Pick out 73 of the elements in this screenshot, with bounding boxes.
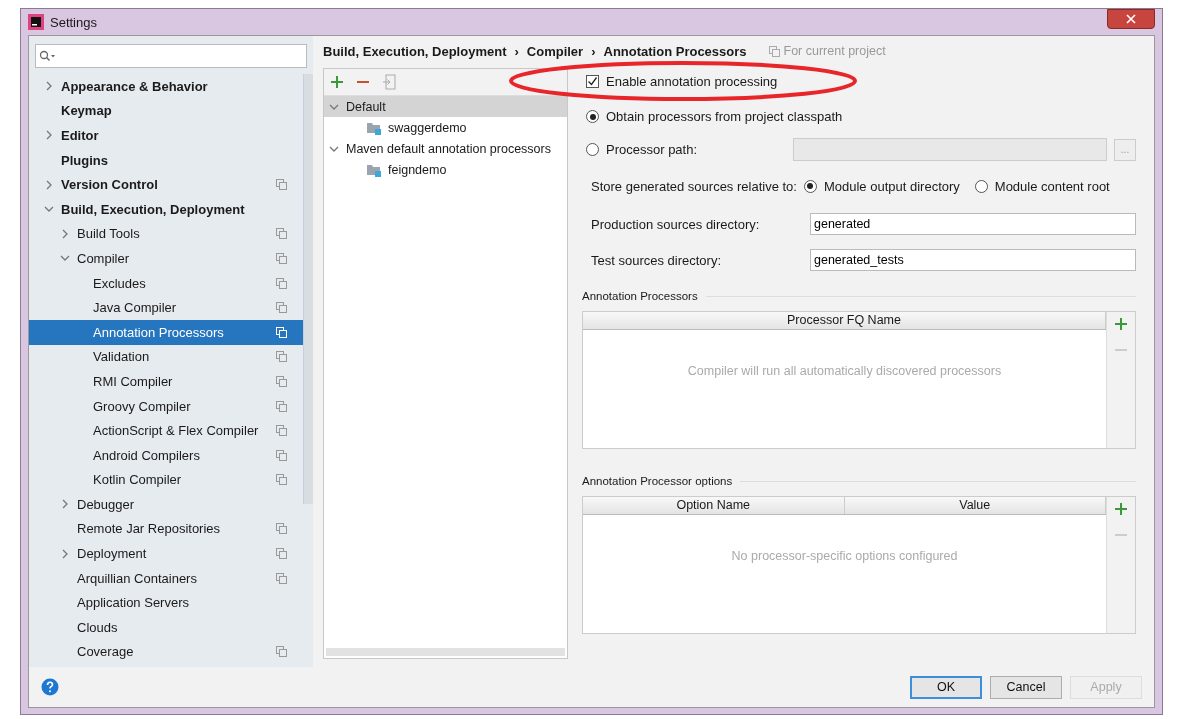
radio-label: Obtain processors from project classpath <box>606 109 843 124</box>
sidebar-item[interactable]: Version Control <box>29 172 303 197</box>
sidebar-item[interactable]: Plugins <box>29 147 303 173</box>
column-header[interactable]: Option Name <box>583 497 845 514</box>
empty-table-message: Compiler will run all automatically discovered processors <box>687 364 1002 380</box>
section-title: Annotation Processors <box>582 290 698 302</box>
sidebar-item[interactable]: RMI Compiler <box>29 369 303 394</box>
breadcrumb-item: Annotation Processors <box>603 43 747 59</box>
radio-label: Module content root <box>994 178 1110 194</box>
sidebar-item[interactable]: Java Compiler <box>29 295 303 320</box>
sidebar-item[interactable]: Excludes <box>29 270 303 296</box>
dialog-button[interactable]: OK <box>910 675 982 699</box>
scope-label: For current project <box>783 44 886 58</box>
sidebar-item[interactable]: Keymap <box>29 98 303 124</box>
folder-icon <box>366 120 382 135</box>
sidebar-item[interactable]: Application Servers <box>29 590 303 616</box>
search-field[interactable] <box>35 44 307 68</box>
breadcrumb-item: Build, Execution, Deployment <box>323 43 507 59</box>
sidebar-item[interactable]: Groovy Compiler <box>29 393 303 419</box>
radio-button[interactable] <box>586 110 599 123</box>
scrollbar[interactable] <box>326 648 565 656</box>
sidebar-item[interactable]: Compiler <box>29 246 303 271</box>
window-title: Settings <box>50 14 97 30</box>
sidebar-item[interactable]: Debugger <box>29 492 303 517</box>
field-label: Production sources directory: <box>591 216 761 232</box>
column-header[interactable]: Processor FQ Name <box>583 312 1106 329</box>
sidebar-item[interactable]: Build, Execution, Deployment <box>29 196 303 222</box>
app-logo-icon <box>28 14 44 30</box>
sidebar-item[interactable]: ActionScript & Flex Compiler <box>29 418 303 443</box>
sidebar-item[interactable]: Android Compilers <box>29 442 303 468</box>
breadcrumb-item: Compiler <box>526 43 584 59</box>
directory-field[interactable]: generated_tests <box>810 249 1136 271</box>
sidebar-item[interactable]: Clouds <box>29 615 303 640</box>
dialog-button[interactable]: Cancel <box>990 675 1062 699</box>
profile-tree-item[interactable]: swaggerdemo <box>324 117 567 138</box>
close-icon[interactable] <box>1126 14 1136 24</box>
empty-table-message: No processor-specific options configured <box>731 549 958 565</box>
store-label: Store generated sources relative to: <box>591 178 797 194</box>
help-icon[interactable] <box>41 678 59 696</box>
add-icon[interactable] <box>1114 317 1128 331</box>
profile-tree-item[interactable]: Default <box>324 96 567 117</box>
search-icon <box>39 50 57 62</box>
sidebar-item[interactable]: Appearance & Behavior <box>29 74 303 99</box>
sidebar-item[interactable]: Annotation Processors <box>29 319 303 345</box>
checkbox-label: Enable annotation processing <box>606 73 778 89</box>
radio-button[interactable] <box>586 143 599 156</box>
profile-tree-item[interactable]: feigndemo <box>324 159 567 180</box>
sidebar-item[interactable]: Editor <box>29 123 303 148</box>
directory-field[interactable]: generated <box>810 213 1136 235</box>
sidebar-item[interactable]: Kotlin Compiler <box>29 467 303 493</box>
breadcrumb-separator: › <box>514 43 519 59</box>
sidebar-item[interactable]: Arquillian Containers <box>29 565 303 591</box>
folder-icon <box>366 162 382 177</box>
sidebar-item[interactable]: Build Tools <box>29 221 303 247</box>
section-title: Annotation Processor options <box>582 475 733 487</box>
breadcrumb-separator: › <box>591 43 596 59</box>
sidebar-item[interactable]: Remote Jar Repositories <box>29 516 303 542</box>
field-label: Test sources directory: <box>591 252 723 268</box>
copy-icon <box>768 45 780 57</box>
radio-label: Module output directory <box>823 178 960 194</box>
radio-label: Processor path: <box>606 142 698 157</box>
column-header[interactable]: Value <box>844 497 1106 514</box>
add-icon[interactable] <box>330 75 344 89</box>
sidebar-item[interactable]: Validation <box>29 344 303 370</box>
profile-tree-item[interactable]: Maven default annotation processors <box>324 138 567 159</box>
radio-button[interactable] <box>803 179 817 193</box>
sidebar-item[interactable]: Coverage <box>29 639 303 665</box>
radio-button[interactable] <box>974 179 988 193</box>
sidebar-item[interactable]: Deployment <box>29 541 303 566</box>
scrollbar[interactable] <box>303 74 313 504</box>
close-button[interactable] <box>1107 9 1155 29</box>
checkbox[interactable] <box>586 74 599 88</box>
add-icon[interactable] <box>1114 502 1128 516</box>
